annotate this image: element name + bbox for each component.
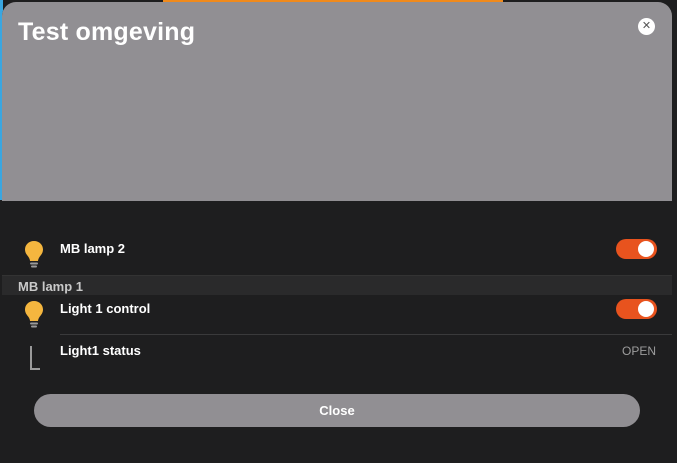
device-row-light1-status: Light1 status OPEN [2,340,672,370]
toggle-knob [638,241,654,257]
toggle-knob [638,301,654,317]
section-title: MB lamp 1 [18,279,84,294]
close-icon[interactable]: ✕ [638,18,655,35]
close-button[interactable]: Close [34,394,640,427]
device-row-light-1-control: Light 1 control [2,296,672,334]
lightbulb-icon [25,241,43,268]
dialog-title: Test omgeving [18,18,196,46]
dialog-header: Test omgeving ✕ [2,2,672,201]
section-header: MB lamp 1 [2,275,672,295]
device-label: MB lamp 2 [60,241,126,256]
toggle-light-1-control[interactable] [616,299,657,319]
lightbulb-icon [25,301,43,328]
device-row-mb-lamp-2: MB lamp 2 [2,232,672,272]
device-label: Light 1 control [60,301,151,316]
status-value: OPEN [621,344,656,358]
toggle-mb-lamp-2[interactable] [616,239,657,259]
device-dialog: Test omgeving ✕ MB lamp 2 MB lamp 1 Ligh… [2,2,672,463]
divider [60,334,672,335]
device-label: Light1 status [60,343,141,358]
